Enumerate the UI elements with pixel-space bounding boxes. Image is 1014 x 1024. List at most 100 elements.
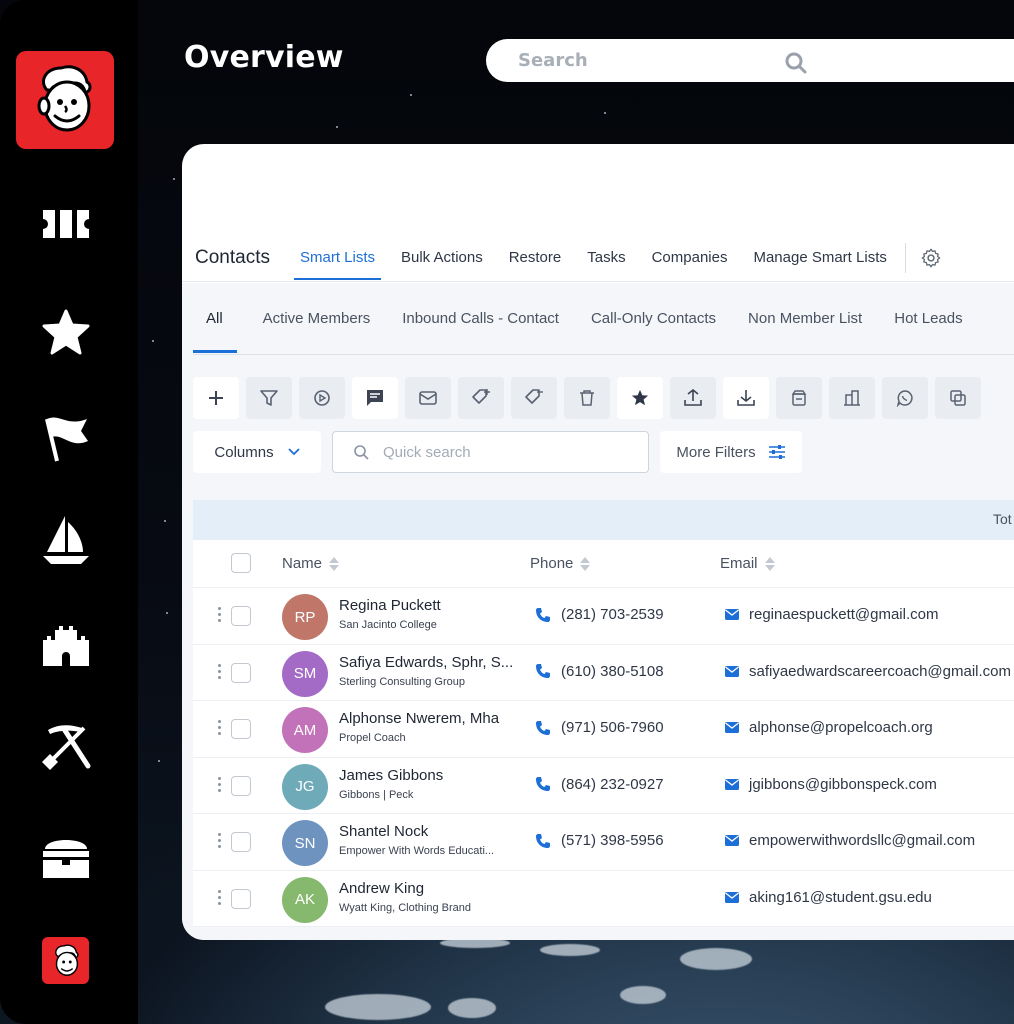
avatar[interactable]: JG bbox=[282, 763, 328, 810]
contact-name[interactable]: James Gibbons bbox=[339, 767, 443, 784]
row-drag-handle-icon[interactable] bbox=[218, 889, 222, 908]
row-drag-handle-icon[interactable] bbox=[218, 607, 222, 625]
row-drag-handle-icon[interactable] bbox=[218, 663, 222, 682]
search-icon[interactable] bbox=[784, 51, 808, 75]
quick-search-input[interactable] bbox=[383, 443, 603, 461]
tab-tasks[interactable]: Tasks bbox=[587, 249, 625, 266]
smart-list-active-members[interactable]: Active Members bbox=[263, 310, 371, 327]
phone-cell[interactable]: (864) 232-0927 bbox=[535, 776, 664, 793]
email-icon bbox=[725, 891, 739, 903]
smart-list-all[interactable]: All bbox=[193, 310, 237, 353]
email-cell[interactable]: jgibbons@gibbonspeck.com bbox=[725, 776, 937, 793]
row-checkbox[interactable] bbox=[231, 775, 251, 796]
settings-gear-icon[interactable] bbox=[920, 247, 942, 269]
table-row[interactable]: SN Shantel Nock Empower With Words Educa… bbox=[193, 814, 1014, 871]
email-cell[interactable]: aking161@student.gsu.edu bbox=[725, 889, 932, 906]
contact-name[interactable]: Andrew King bbox=[339, 880, 424, 897]
bulk-toolbar bbox=[193, 377, 981, 419]
email-cell[interactable]: alphonse@propelcoach.org bbox=[725, 719, 933, 736]
sort-icon bbox=[764, 556, 775, 571]
email-icon bbox=[725, 609, 739, 620]
sidebar-item-favorites[interactable] bbox=[38, 304, 94, 360]
row-checkbox[interactable] bbox=[231, 719, 251, 739]
avatar[interactable]: AM bbox=[282, 707, 328, 753]
global-search[interactable]: Search bbox=[486, 39, 1014, 82]
quick-search[interactable] bbox=[332, 431, 649, 473]
avatar[interactable]: RP bbox=[282, 594, 328, 640]
phone-cell[interactable]: (571) 398-5956 bbox=[535, 832, 664, 849]
tab-bulk-actions[interactable]: Bulk Actions bbox=[401, 249, 483, 266]
sidebar-item-treasure[interactable] bbox=[38, 828, 94, 884]
contact-name[interactable]: Regina Puckett bbox=[339, 597, 441, 614]
contact-name[interactable]: Alphonse Nwerem, Mha bbox=[339, 710, 499, 727]
header-phone[interactable]: Phone bbox=[530, 555, 591, 572]
email-cell[interactable]: empowerwithwordsllc@gmail.com bbox=[725, 832, 975, 849]
email-cell[interactable]: safiyaedwardscareercoach@gmail.com bbox=[725, 663, 1011, 680]
table-row[interactable]: AK Andrew King Wyatt King, Clothing Bran… bbox=[193, 871, 1014, 927]
remove-tag-button[interactable] bbox=[511, 377, 557, 419]
review-request-button[interactable] bbox=[617, 377, 663, 419]
send-sms-button[interactable] bbox=[352, 377, 398, 419]
contact-company: Gibbons | Peck bbox=[339, 788, 414, 801]
ticket-icon bbox=[43, 210, 89, 238]
account-avatar[interactable] bbox=[42, 937, 89, 984]
row-checkbox[interactable] bbox=[231, 662, 251, 683]
send-email-button[interactable] bbox=[405, 377, 451, 419]
phone-cell[interactable]: (971) 506-7960 bbox=[535, 719, 664, 736]
import-button[interactable] bbox=[723, 377, 769, 419]
row-drag-handle-icon[interactable] bbox=[218, 776, 222, 795]
contact-name[interactable]: Shantel Nock bbox=[339, 823, 428, 840]
row-checkbox[interactable] bbox=[231, 832, 251, 852]
export-icon bbox=[684, 388, 702, 406]
add-to-workflow-button[interactable] bbox=[299, 377, 345, 419]
brand-logo[interactable] bbox=[16, 51, 114, 149]
email-cell[interactable]: reginaespuckett@gmail.com bbox=[725, 606, 938, 623]
pickaxe-shovel-icon bbox=[42, 725, 91, 770]
tab-companies[interactable]: Companies bbox=[652, 249, 728, 266]
sidebar-item-castle[interactable] bbox=[38, 618, 94, 674]
phone-cell[interactable]: (610) 380-5108 bbox=[535, 663, 664, 680]
avatar[interactable]: SM bbox=[282, 650, 328, 697]
table-row[interactable]: RP Regina Puckett San Jacinto College (2… bbox=[193, 588, 1014, 645]
phone-cell[interactable]: (281) 703-2539 bbox=[535, 606, 664, 623]
add-contact-button[interactable] bbox=[193, 377, 239, 419]
header-name[interactable]: Name bbox=[282, 555, 340, 572]
tab-manage-smart-lists[interactable]: Manage Smart Lists bbox=[753, 249, 886, 266]
archive-button[interactable] bbox=[776, 377, 822, 419]
add-tag-button[interactable] bbox=[458, 377, 504, 419]
delete-button[interactable] bbox=[564, 377, 610, 419]
contact-name[interactable]: Safiya Edwards, Sphr, S... bbox=[339, 654, 513, 671]
row-drag-handle-icon[interactable] bbox=[218, 720, 222, 738]
tab-smart-lists[interactable]: Smart Lists bbox=[293, 249, 382, 280]
email-address: empowerwithwordsllc@gmail.com bbox=[749, 832, 976, 849]
row-checkbox[interactable] bbox=[231, 606, 251, 626]
phone-icon bbox=[536, 720, 550, 735]
sidebar-item-voyages[interactable] bbox=[38, 512, 94, 568]
smart-list-hot-leads[interactable]: Hot Leads bbox=[894, 310, 962, 327]
sidebar-item-campaigns[interactable] bbox=[38, 410, 94, 466]
table-row[interactable]: AM Alphonse Nwerem, Mha Propel Coach (97… bbox=[193, 701, 1014, 758]
add-to-company-button[interactable] bbox=[829, 377, 875, 419]
smart-list-inbound-calls[interactable]: Inbound Calls - Contact bbox=[402, 310, 559, 327]
header-email[interactable]: Email bbox=[720, 555, 776, 572]
columns-dropdown[interactable]: Columns bbox=[193, 431, 321, 473]
mascot-logo-icon bbox=[37, 65, 92, 132]
more-filters-button[interactable]: More Filters bbox=[660, 431, 802, 473]
pipeline-filter-button[interactable] bbox=[246, 377, 292, 419]
table-row[interactable]: SM Safiya Edwards, Sphr, S... Sterling C… bbox=[193, 645, 1014, 701]
smart-list-non-member[interactable]: Non Member List bbox=[748, 310, 862, 327]
row-checkbox[interactable] bbox=[231, 888, 251, 909]
select-all-checkbox[interactable] bbox=[231, 553, 251, 573]
table-row[interactable]: JG James Gibbons Gibbons | Peck (864) 23… bbox=[193, 758, 1014, 814]
avatar[interactable]: AK bbox=[282, 876, 328, 923]
row-drag-handle-icon[interactable] bbox=[218, 833, 222, 851]
whatsapp-button[interactable] bbox=[882, 377, 928, 419]
email-address: aking161@student.gsu.edu bbox=[749, 888, 932, 906]
smart-list-call-only[interactable]: Call-Only Contacts bbox=[591, 310, 716, 327]
sidebar-item-tickets[interactable] bbox=[38, 196, 94, 252]
tab-restore[interactable]: Restore bbox=[509, 249, 562, 266]
export-button[interactable] bbox=[670, 377, 716, 419]
merge-button[interactable] bbox=[935, 377, 981, 419]
avatar[interactable]: SN bbox=[282, 820, 328, 866]
sidebar-item-tools[interactable] bbox=[38, 718, 94, 774]
